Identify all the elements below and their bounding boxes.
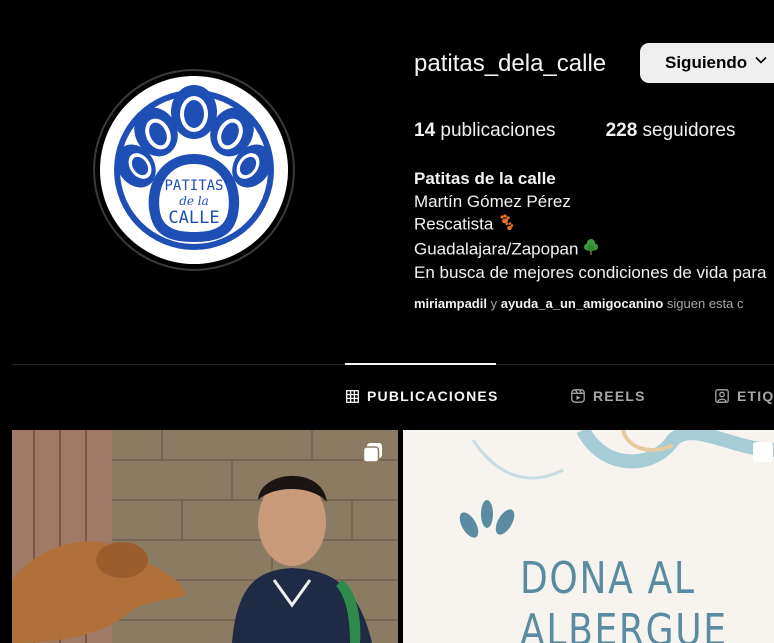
following-button-label: Siguiendo [665, 53, 748, 72]
post-photo-dog-and-rescuer [12, 430, 398, 643]
bio-line-4: En busca de mejores condiciones de vida … [414, 263, 767, 282]
tab-etiquetadas-label: ETIQ [737, 388, 774, 404]
followers-label: seguidores [642, 120, 736, 141]
followed-by-connector: y [490, 296, 498, 311]
tab-reels-label: REELS [593, 388, 646, 404]
posts-label: publicaciones [440, 120, 556, 141]
bio-line-1: Martín Gómez Pérez [414, 191, 571, 211]
paw-logo: PATITAS de la CALLE [114, 85, 274, 250]
bio-line-2-row: Rescatista [414, 213, 767, 238]
profile-tabs: PUBLICACIONES REELS ETIQ [0, 388, 774, 408]
post-thumbnail-2[interactable]: DONA AL ALBERGUE [403, 430, 774, 643]
tab-publicaciones-label: PUBLICACIONES [367, 388, 499, 404]
bio-line-2: Rescatista [414, 214, 494, 234]
posts-stat: 14 publicaciones [414, 120, 556, 142]
profile-stats: 14 publicaciones 228 seguidores [414, 120, 774, 142]
paw-prints-icon [497, 213, 515, 238]
multiple-images-icon [362, 443, 382, 463]
bio-line-3-row: Guadalajara/Zapopan [414, 238, 767, 263]
poster-text: DONA AL ALBERGUE [520, 553, 728, 643]
tree-icon [582, 238, 600, 263]
logo-text-line2: de la [179, 194, 209, 208]
followed-by-user-1[interactable]: miriampadil [414, 296, 487, 311]
logo-text-line3: CALLE [168, 208, 219, 228]
grid-icon [346, 389, 359, 403]
reels-icon [571, 389, 585, 403]
logo-text-line1: PATITAS [164, 178, 223, 194]
tab-etiquetadas[interactable]: ETIQ [715, 388, 774, 404]
tab-reels[interactable]: REELS [571, 388, 646, 404]
avatar[interactable]: PATITAS de la CALLE [100, 76, 288, 264]
post-thumbnail-1[interactable] [12, 430, 398, 643]
bio-line-3: Guadalajara/Zapopan [414, 239, 579, 259]
tagged-icon [715, 389, 729, 403]
poster-text-line-1: DONA AL [520, 553, 696, 604]
followers-count: 228 [605, 120, 638, 141]
posts-count: 14 [414, 120, 436, 141]
following-button[interactable]: Siguiendo [640, 43, 774, 83]
followers-stat[interactable]: 228 seguidores [606, 120, 736, 142]
active-tab-indicator [345, 363, 496, 365]
bio-name: Patitas de la calle [414, 169, 556, 188]
followed-by-suffix: siguen esta c [666, 296, 744, 311]
chevron-down-icon [755, 56, 767, 64]
poster-text-line-2: ALBERGUE [520, 605, 728, 643]
followed-by-user-2[interactable]: ayuda_a_un_amigocanino [501, 296, 664, 311]
profile-username: patitas_dela_calle [414, 50, 607, 77]
profile-bio: Patitas de la calle Martín Gómez Pérez R… [414, 168, 767, 285]
followed-by-text: miriampadil y ayuda_a_un_amigocanino sig… [414, 296, 744, 311]
tab-publicaciones[interactable]: PUBLICACIONES [346, 388, 499, 404]
